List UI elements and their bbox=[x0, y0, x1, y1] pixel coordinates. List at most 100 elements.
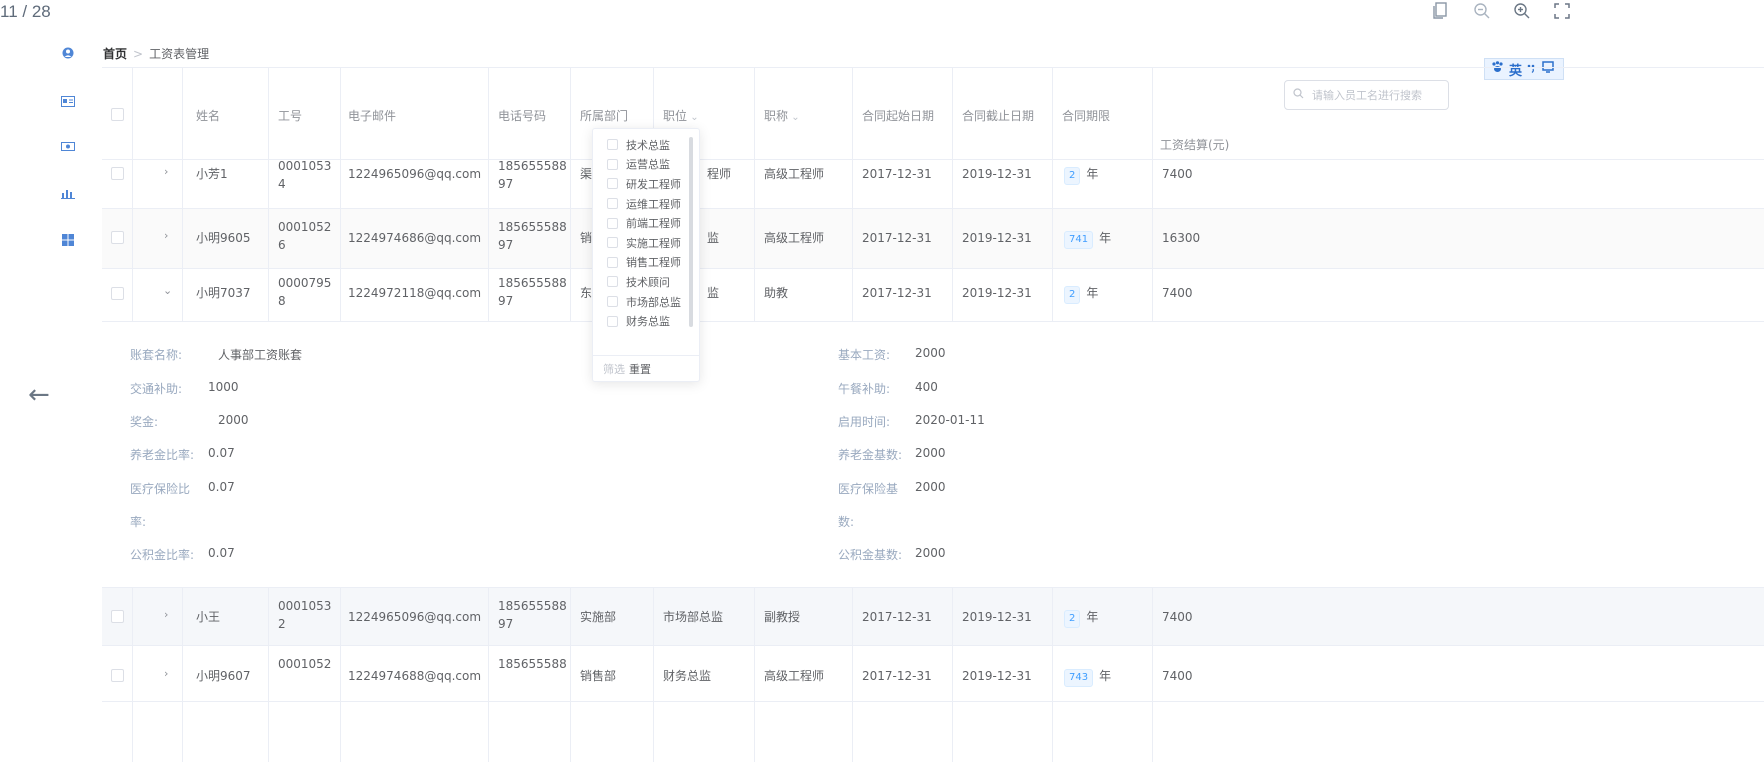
row-checkbox[interactable] bbox=[111, 287, 124, 300]
cell-phone-line1: 185655588 bbox=[498, 599, 567, 613]
expand-arrow-icon[interactable]: › bbox=[164, 165, 168, 178]
cell-end-date: 2019-12-31 bbox=[962, 167, 1032, 181]
detail-value: 2000 bbox=[915, 546, 946, 560]
id-card-icon[interactable] bbox=[60, 94, 76, 108]
filter-option[interactable]: 研发工程师 bbox=[593, 174, 699, 194]
user-icon[interactable] bbox=[60, 46, 76, 60]
filter-option[interactable]: 销售工程师 bbox=[593, 253, 699, 273]
windows-icon[interactable] bbox=[60, 233, 76, 247]
cell-phone-line1: 185655588 bbox=[498, 657, 567, 671]
detail-value: 0.07 bbox=[208, 446, 235, 460]
filter-option-checkbox[interactable] bbox=[607, 139, 618, 151]
term-tag: 741 bbox=[1064, 231, 1094, 249]
zoom-out-icon[interactable] bbox=[1469, 0, 1495, 22]
detail-label: 公积金基数: bbox=[838, 548, 903, 562]
filter-option-checkbox[interactable] bbox=[607, 256, 618, 268]
filter-option[interactable]: 实施工程师 bbox=[593, 233, 699, 253]
detail-value: 2000 bbox=[915, 346, 946, 360]
collapse-arrow-icon[interactable]: ⌄ bbox=[163, 284, 172, 297]
header-position-label: 职位 bbox=[663, 109, 688, 123]
filter-option-checkbox[interactable] bbox=[607, 178, 618, 190]
row-checkbox[interactable] bbox=[111, 167, 124, 180]
filter-scrollbar[interactable] bbox=[689, 137, 693, 327]
filter-option-checkbox[interactable] bbox=[607, 276, 618, 288]
detail-value: 1000 bbox=[208, 380, 239, 394]
filter-option-label: 技术顾问 bbox=[626, 275, 670, 289]
detail-value: 2000 bbox=[218, 413, 249, 427]
money-icon[interactable] bbox=[60, 139, 76, 153]
page-counter: 11 / 28 bbox=[0, 2, 51, 21]
select-all-checkbox[interactable] bbox=[111, 108, 124, 121]
filter-option-checkbox[interactable] bbox=[607, 198, 618, 210]
term-tag: 743 bbox=[1064, 669, 1094, 687]
cell-title: 助教 bbox=[764, 286, 789, 300]
row-checkbox[interactable] bbox=[111, 669, 124, 682]
header-title[interactable]: 职称 ⌄ bbox=[764, 107, 800, 124]
cell-name: 小芳1 bbox=[196, 167, 228, 181]
cell-dept: 渠 bbox=[580, 167, 593, 181]
header-end-date: 合同截止日期 bbox=[962, 109, 1035, 123]
filter-option-label: 前端工程师 bbox=[626, 217, 681, 231]
term-unit: 年 bbox=[1086, 167, 1099, 181]
filter-option[interactable]: 财务总监 bbox=[593, 311, 699, 331]
title-filter-arrow-icon[interactable]: ⌄ bbox=[788, 112, 799, 123]
filter-reset-button[interactable]: 重置 bbox=[629, 361, 651, 377]
header-title-label: 职称 bbox=[764, 109, 789, 123]
term-tag: 2 bbox=[1064, 286, 1081, 304]
header-position[interactable]: 职位 ⌄ bbox=[663, 107, 699, 124]
filter-option[interactable]: 运营总监 bbox=[593, 155, 699, 175]
filter-option-checkbox[interactable] bbox=[607, 237, 618, 249]
cell-salary: 16300 bbox=[1162, 231, 1201, 245]
fullscreen-icon[interactable] bbox=[1549, 0, 1575, 22]
back-arrow-icon[interactable]: ← bbox=[28, 380, 50, 410]
cell-salary: 7400 bbox=[1162, 286, 1193, 300]
filter-option-label: 研发工程师 bbox=[626, 177, 681, 191]
bar-chart-icon[interactable] bbox=[60, 186, 76, 200]
filter-option[interactable]: 技术顾问 bbox=[593, 272, 699, 292]
filter-option-checkbox[interactable] bbox=[607, 315, 618, 327]
cell-name: 小明7037 bbox=[196, 286, 251, 300]
cell-title: 高级工程师 bbox=[764, 167, 825, 181]
row-checkbox[interactable] bbox=[111, 610, 124, 623]
zoom-in-icon[interactable] bbox=[1509, 0, 1535, 22]
filter-option-checkbox[interactable] bbox=[607, 217, 618, 229]
breadcrumb-home[interactable]: 首页 bbox=[103, 45, 127, 62]
filter-confirm-button[interactable]: 筛选 bbox=[603, 361, 625, 377]
filter-option[interactable]: 技术总监 bbox=[593, 135, 699, 155]
position-filter-arrow-icon[interactable]: ⌄ bbox=[687, 112, 698, 123]
cell-id-line1: 0000795 bbox=[278, 276, 332, 290]
cell-phone-line2: 97 bbox=[498, 294, 514, 308]
cell-email: 1224974686@qq.com bbox=[348, 231, 482, 245]
expand-arrow-icon[interactable]: › bbox=[164, 608, 168, 621]
detail-label: 医疗保险基 bbox=[838, 482, 899, 496]
cell-name: 小明9605 bbox=[196, 231, 251, 245]
copy-icon[interactable] bbox=[1427, 0, 1453, 22]
cell-start-date: 2017-12-31 bbox=[862, 167, 932, 181]
position-filter-dropdown: 技术总监 运营总监研发工程师运维工程师前端工程师实施工程师 销售工程师技术顾问市场部… bbox=[592, 128, 700, 382]
cell-start-date: 2017-12-31 bbox=[862, 669, 932, 683]
cell-position: 程师 bbox=[707, 167, 732, 181]
cell-id-line1: 0001053 bbox=[278, 599, 332, 613]
filter-option[interactable]: 运维工程师 bbox=[593, 194, 699, 214]
filter-option-checkbox[interactable] bbox=[607, 158, 618, 170]
filter-option[interactable]: 市场部总监 bbox=[593, 292, 699, 312]
header-term: 合同期限 bbox=[1062, 109, 1111, 123]
cell-term: 2年 bbox=[1064, 165, 1098, 185]
expand-arrow-icon[interactable]: › bbox=[164, 667, 168, 680]
detail-value: 2020-01-11 bbox=[915, 413, 985, 427]
cell-name: 小王 bbox=[196, 610, 221, 624]
expand-arrow-icon[interactable]: › bbox=[164, 229, 168, 242]
term-unit: 年 bbox=[1086, 286, 1099, 300]
cell-id-line1: 0001052 bbox=[278, 220, 332, 234]
cell-end-date: 2019-12-31 bbox=[962, 286, 1032, 300]
cell-start-date: 2017-12-31 bbox=[862, 231, 932, 245]
detail-label: 养老金比率: bbox=[130, 448, 195, 462]
header-id: 工号 bbox=[278, 109, 303, 123]
detail-label: 基本工资: bbox=[838, 348, 891, 362]
row-checkbox[interactable] bbox=[111, 231, 124, 244]
filter-option-checkbox[interactable] bbox=[607, 296, 618, 308]
cell-position: 监 bbox=[707, 231, 720, 245]
filter-options-list[interactable]: 技术总监 运营总监研发工程师运维工程师前端工程师实施工程师 销售工程师技术顾问市场部… bbox=[593, 135, 699, 355]
term-unit: 年 bbox=[1086, 610, 1099, 624]
filter-option[interactable]: 前端工程师 bbox=[593, 213, 699, 233]
